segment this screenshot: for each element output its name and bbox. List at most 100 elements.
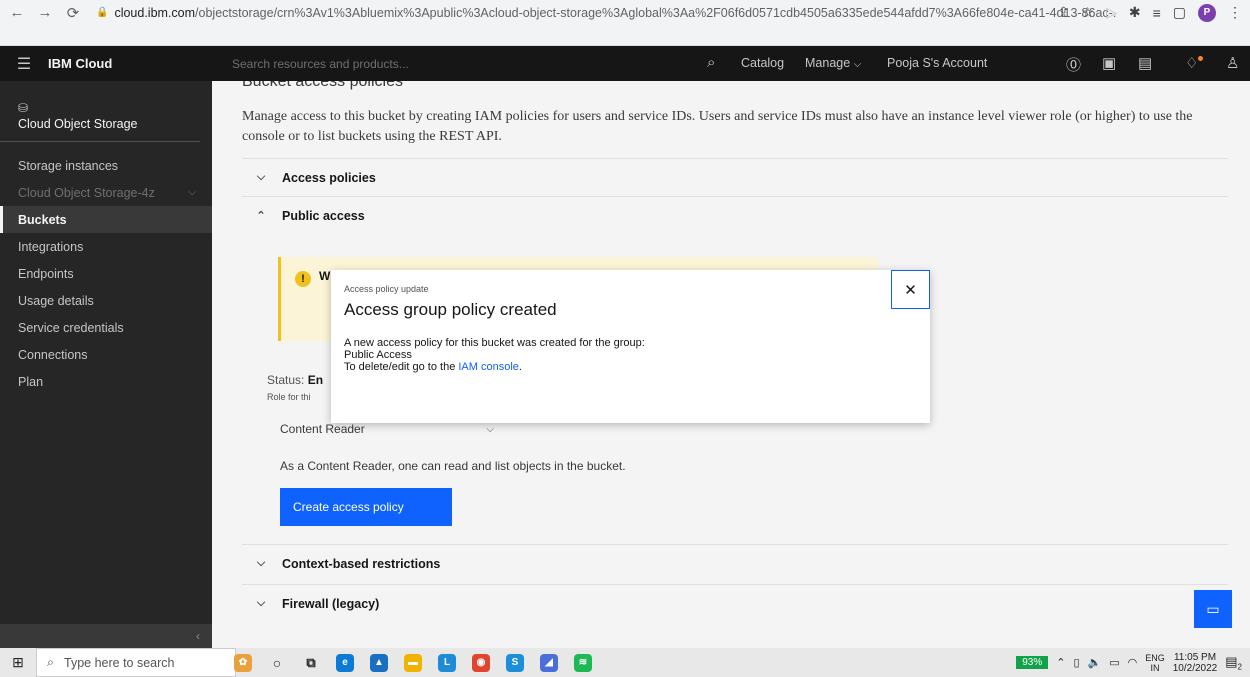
spotify-icon[interactable]: ≋ [574,653,592,672]
windows-start-icon[interactable]: ⊞ [0,654,36,671]
volume-icon[interactable]: 🔈 [1088,656,1102,669]
battery-indicator[interactable]: 93% [1016,656,1049,669]
url-host: cloud.ibm.com [114,5,196,20]
chrome-menu-icon[interactable]: ⋮ [1228,4,1242,21]
calendar-icon[interactable]: ▤ [1138,54,1152,72]
share-icon[interactable]: ⇪ [1058,4,1070,21]
reading-list-icon[interactable]: ≡ [1153,5,1161,21]
battery-icon[interactable]: ▭ [1109,656,1119,669]
modal-instruction: To delete/edit go to the IAM console. [344,361,645,373]
widgets-icon[interactable]: ✿ [234,653,252,672]
input-language[interactable]: ENG IN [1145,653,1165,673]
object-storage-icon: ⛁ [18,101,29,115]
clock-time: 11:05 PM [1173,651,1217,663]
role-select-value: Content Reader [280,422,365,436]
notification-bell-icon[interactable]: ♢ [1185,54,1198,72]
hamburger-menu-icon[interactable]: ☰ [0,54,48,74]
notification-indicator [1198,56,1203,61]
side-panel-icon[interactable]: ▢ [1173,4,1186,21]
status-label: Status: [267,373,305,387]
modal-title: Access group policy created [344,300,557,319]
sidebar-item-plan[interactable]: Plan [0,368,212,395]
chevron-down-icon: ⌵ [486,423,494,435]
search-icon: ⌕ [47,655,55,669]
extension-play-icon[interactable]: ▷ [1106,4,1117,21]
create-access-policy-button[interactable]: Create access policy [280,488,452,526]
windows-taskbar: ⊞ ⌕ Type here to search ✿ ○ ⧉ e ▲ ▬ L ◉ … [0,648,1250,677]
sidebar-item-usage-details[interactable]: Usage details [0,287,212,314]
reload-icon[interactable]: ⟳ [62,2,84,24]
back-icon[interactable]: ← [6,2,28,24]
instance-name: Cloud Object Storage-4z [18,185,155,200]
chevron-down-icon: ⌵ [256,171,266,183]
lang-code: ENG [1145,652,1165,663]
browser-toolbar: ← → ⟳ 🔒 cloud.ibm.com/objectstorage/crn%… [0,0,1250,46]
chevron-down-icon: ⌵ [256,557,266,569]
sidebar-collapse-button[interactable]: ‹ [0,624,212,648]
profile-avatar[interactable]: P [1198,3,1216,22]
ibm-cloud-brand[interactable]: IBM Cloud [48,56,228,71]
accordion-context-restrictions[interactable]: ⌵ Context-based restrictions [242,544,1228,582]
sidebar-title: Cloud Object Storage [18,117,138,131]
skype-icon[interactable]: S [506,653,524,672]
wifi-icon[interactable]: ◠ [1128,656,1138,669]
app-icon[interactable]: ◢ [540,653,558,672]
l-app-icon[interactable]: L [438,653,456,672]
accordion-label: Firewall (legacy) [282,596,380,611]
bookmark-star-icon[interactable]: ☆ [1082,4,1095,21]
modal-message: A new access policy for this bucket was … [344,337,645,349]
cortana-icon[interactable]: ○ [268,654,286,672]
accordion-access-policies[interactable]: ⌵ Access policies [242,158,1228,196]
sidebar: ⛁ Cloud Object Storage Storage instances… [0,81,212,648]
taskbar-search[interactable]: ⌕ Type here to search [36,648,236,677]
sidebar-item-storage-instances[interactable]: Storage instances [0,152,212,179]
url-path: /objectstorage/crn%3Av1%3Abluemix%3Apubl… [195,5,1116,20]
chevron-left-icon: ‹ [196,629,200,643]
forward-icon[interactable]: → [34,2,56,24]
address-bar[interactable]: 🔒 cloud.ibm.com/objectstorage/crn%3Av1%3… [96,0,1116,25]
chrome-icon[interactable]: ◉ [472,653,490,672]
sidebar-item-connections[interactable]: Connections [0,341,212,368]
sidebar-header: ⛁ Cloud Object Storage [0,81,200,142]
accordion-label: Public access [282,208,365,223]
iam-console-link[interactable]: IAM console [458,361,519,373]
ibm-cloud-header: ☰ IBM Cloud ⌕ Catalog Manage ⌵ Pooja S's… [0,46,1250,81]
sidebar-item-integrations[interactable]: Integrations [0,233,212,260]
user-profile-icon[interactable]: ♙ [1226,54,1239,72]
taskbar-clock[interactable]: 11:05 PM 10/2/2022 [1173,652,1218,674]
role-label: Role for thi [267,392,311,402]
sidebar-item-endpoints[interactable]: Endpoints [0,260,212,287]
help-icon[interactable]: ⓪ [1066,54,1081,75]
modal-instruction-prefix: To delete/edit go to the [344,361,459,373]
manage-menu[interactable]: Manage ⌵ [805,56,861,70]
catalog-link[interactable]: Catalog [741,56,784,70]
chevron-down-icon: ⌵ [853,59,862,70]
extensions-puzzle-icon[interactable]: ✱ [1129,4,1141,21]
accordion-label: Context-based restrictions [282,556,441,571]
status-line: Status: En [267,373,323,387]
status-value: En [307,373,324,387]
edge-icon[interactable]: e [336,653,354,672]
file-explorer-icon[interactable]: ▬ [404,653,422,672]
meet-now-icon[interactable]: ▯ [1073,656,1079,669]
search-icon[interactable]: ⌕ [707,54,715,71]
task-view-icon[interactable]: ⧉ [302,654,320,672]
resource-search-input[interactable] [232,46,702,81]
sidebar-item-service-credentials[interactable]: Service credentials [0,314,212,341]
notifications-icon[interactable]: ▤2 [1225,654,1242,672]
notification-count: 2 [1237,662,1242,672]
accordion-label: Access policies [282,170,376,185]
policy-created-modal: Access policy update Access group policy… [331,270,930,423]
sidebar-item-buckets[interactable]: Buckets [0,206,212,233]
show-hidden-icons-icon[interactable]: ⌃ [1056,656,1065,669]
chat-support-button[interactable]: ▭ [1194,590,1232,628]
modal-close-button[interactable]: ✕ [891,270,930,309]
account-switcher[interactable]: Pooja S's Account [887,56,987,70]
sidebar-instance-selector[interactable]: Cloud Object Storage-4z ⌵ [0,179,212,206]
browser-actions: ⇪ ☆ ▷ ✱ ≡ ▢ P ⋮ [1058,0,1242,25]
store-icon[interactable]: ▲ [370,653,388,672]
accordion-public-access[interactable]: ⌃ Public access [242,196,1228,234]
accordion-firewall[interactable]: ⌵ Firewall (legacy) [242,584,1228,622]
taskbar-pinned-apps: ✿ ○ ⧉ e ▲ ▬ L ◉ S ◢ ≋ [234,648,592,677]
cost-estimator-icon[interactable]: ▣ [1102,54,1116,72]
